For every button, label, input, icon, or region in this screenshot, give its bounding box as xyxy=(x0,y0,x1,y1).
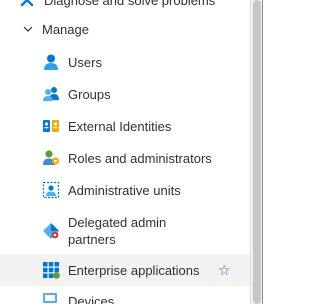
nav-item-groups[interactable]: Groups xyxy=(0,85,250,103)
devices-icon xyxy=(42,292,60,304)
user-icon xyxy=(42,53,60,71)
nav-item-diagnose-solve[interactable]: Diagnose and solve problems xyxy=(0,0,250,9)
nav-item-external-identities[interactable]: External Identities xyxy=(0,117,250,135)
enterprise-apps-icon xyxy=(42,261,60,279)
nav-item-label: Groups xyxy=(68,86,111,102)
nav-item-roles-administrators[interactable]: Roles and administrators xyxy=(0,149,250,167)
nav-item-enterprise-applications[interactable]: Enterprise applications ☆ xyxy=(0,254,250,286)
delegated-admin-icon xyxy=(42,222,60,240)
nav-item-label: External Identities xyxy=(68,118,172,134)
content-area xyxy=(263,0,283,304)
nav-item-label: Devices xyxy=(68,293,115,304)
nav-item-delegated-admin-partners[interactable]: Delegated admin partners xyxy=(0,213,250,249)
nav-item-users[interactable]: Users xyxy=(0,53,250,71)
star-outline-icon[interactable]: ☆ xyxy=(218,263,231,277)
nav-item-label: Users xyxy=(68,54,102,70)
scrollbar-thumb[interactable] xyxy=(253,0,261,304)
nav-item-label: Delegated admin partners xyxy=(68,215,167,247)
nav-item-label: Administrative units xyxy=(68,182,181,198)
nav-item-label: Roles and administrators xyxy=(68,150,212,166)
nav-item-label: Diagnose and solve problems xyxy=(44,0,216,8)
groups-icon xyxy=(42,85,60,103)
left-nav-panel: Diagnose and solve problems Manage Users xyxy=(0,0,250,304)
nav-group-manage[interactable]: Manage xyxy=(0,20,250,38)
nav-item-label: Enterprise applications xyxy=(68,262,200,278)
nav-item-administrative-units[interactable]: Administrative units xyxy=(0,181,250,199)
chevron-down-icon xyxy=(22,23,34,35)
nav-item-devices[interactable]: Devices xyxy=(0,292,250,304)
nav-group-label: Manage xyxy=(42,21,89,37)
external-identities-icon xyxy=(42,117,60,135)
roles-icon xyxy=(42,149,60,167)
wrench-icon xyxy=(18,0,36,9)
administrative-units-icon xyxy=(42,181,60,199)
